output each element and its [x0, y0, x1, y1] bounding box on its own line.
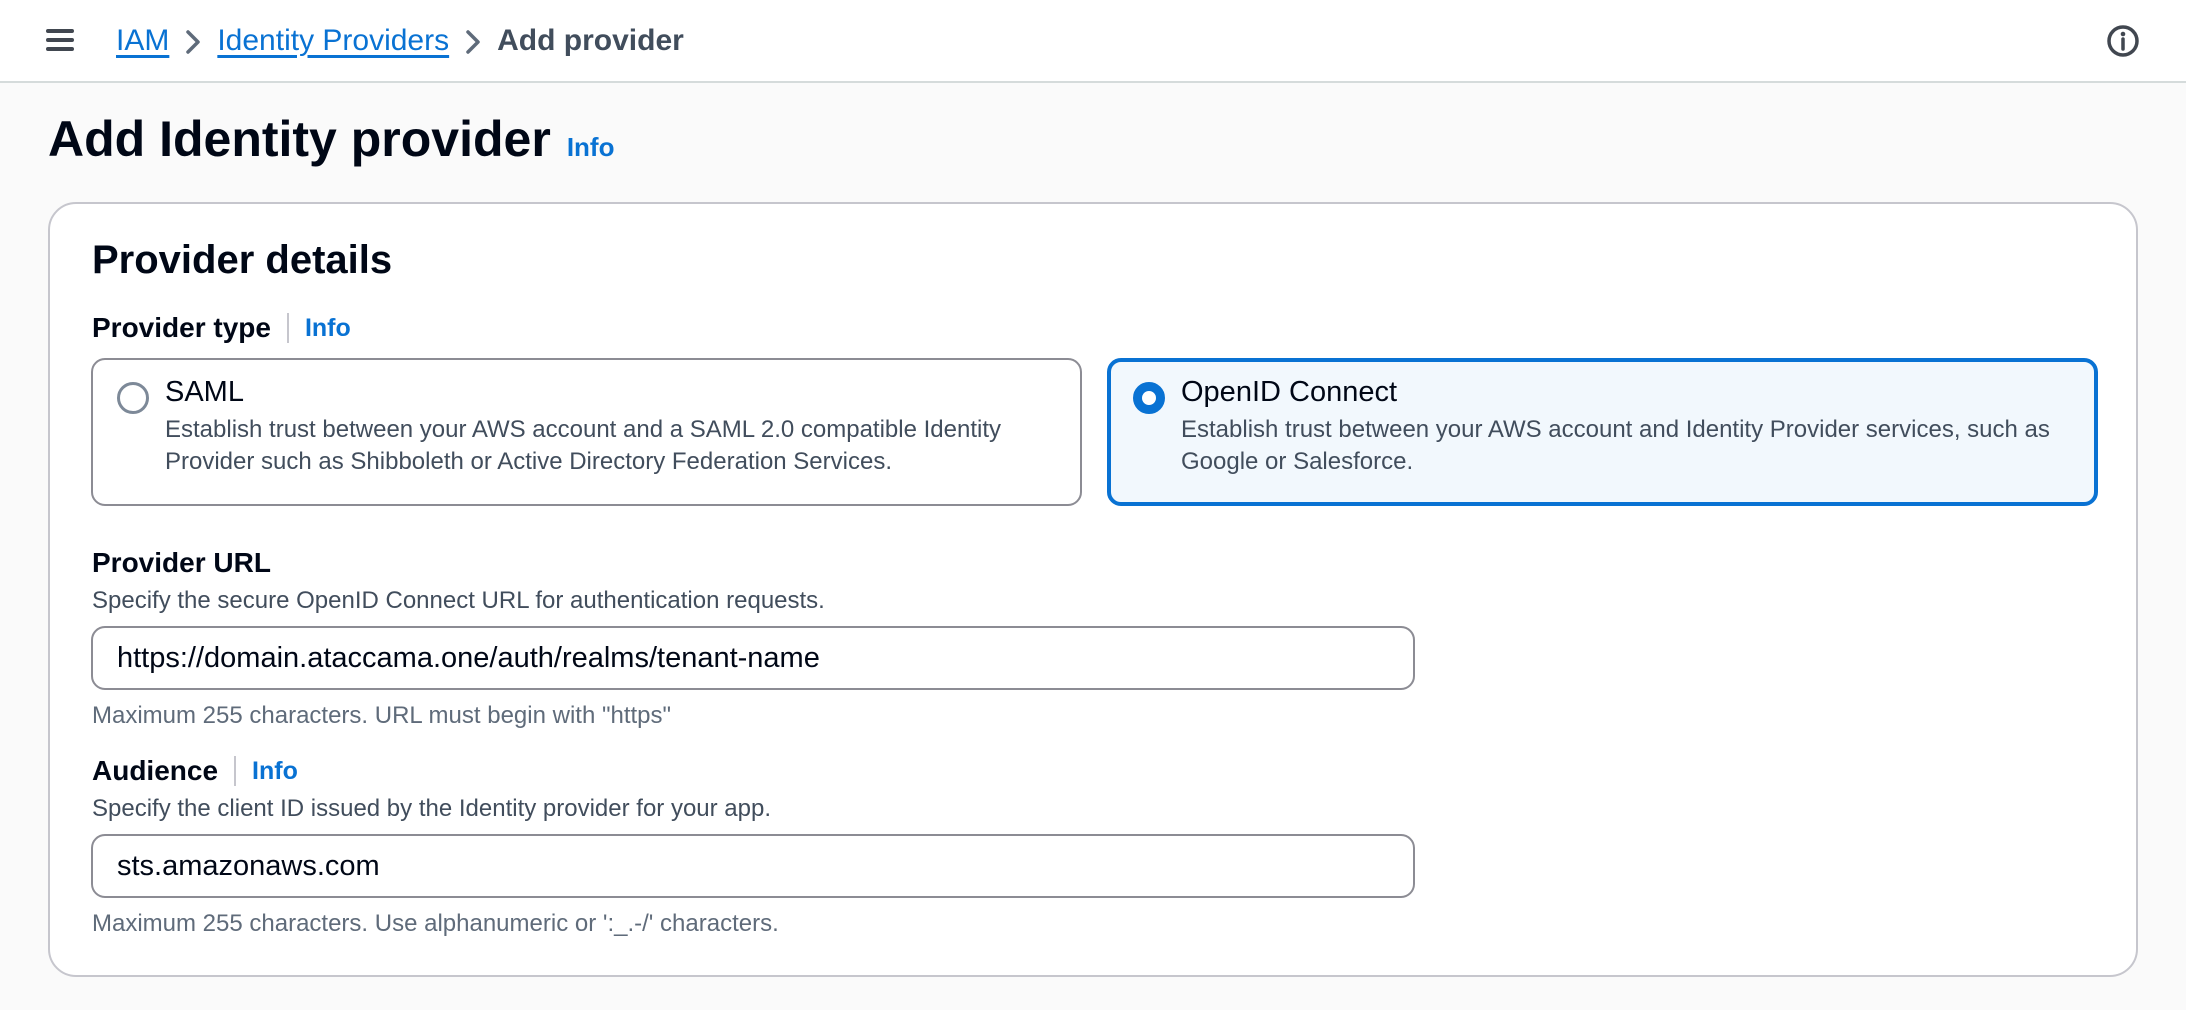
radio-tile-saml[interactable]: SAML Establish trust between your AWS ac…: [91, 358, 1082, 506]
info-circle-icon[interactable]: [2106, 24, 2140, 58]
top-navigation-bar: IAM Identity Providers Add provider: [0, 0, 2186, 83]
provider-details-title: Provider details: [92, 238, 393, 282]
chevron-right-icon: [449, 24, 497, 58]
radio-tile-saml-title: SAML: [165, 376, 244, 408]
radio-tile-openid-connect-title: OpenID Connect: [1181, 376, 1398, 408]
radio-button-openid-connect[interactable]: [1133, 382, 1165, 414]
provider-url-label-row: Provider URL: [92, 547, 271, 579]
provider-type-label-row: Provider type Info: [92, 312, 351, 344]
audience-info-link[interactable]: Info: [252, 757, 298, 786]
breadcrumb: IAM Identity Providers Add provider: [116, 18, 684, 64]
page-title: Add Identity provider: [48, 111, 551, 167]
breadcrumb-current-page: Add provider: [497, 24, 684, 57]
label-divider: [286, 313, 289, 343]
provider-type-label: Provider type: [92, 312, 271, 343]
provider-details-container: Provider details Provider type Info SAML…: [48, 202, 2138, 977]
provider-type-info-link[interactable]: Info: [305, 314, 351, 343]
audience-input[interactable]: [91, 834, 1415, 898]
provider-url-input[interactable]: [91, 626, 1415, 690]
provider-url-constraint-text: Maximum 255 characters. URL must begin w…: [92, 702, 672, 729]
label-divider: [234, 756, 237, 786]
chevron-right-icon: [169, 24, 217, 58]
audience-description: Specify the client ID issued by the Iden…: [92, 795, 772, 822]
radio-button-saml[interactable]: [117, 382, 149, 414]
breadcrumb-link-iam[interactable]: IAM: [116, 24, 169, 58]
page-header: Add Identity provider Info: [48, 110, 614, 168]
radio-tile-saml-description: Establish trust between your AWS account…: [165, 416, 1002, 475]
provider-url-label: Provider URL: [92, 547, 271, 578]
hamburger-menu-icon[interactable]: [44, 24, 76, 56]
page-info-link[interactable]: Info: [567, 132, 615, 163]
audience-constraint-text: Maximum 255 characters. Use alphanumeric…: [92, 910, 779, 937]
radio-tile-openid-connect-description: Establish trust between your AWS account…: [1181, 416, 2050, 475]
breadcrumb-link-identity-providers[interactable]: Identity Providers: [217, 24, 449, 58]
audience-label-row: Audience Info: [92, 755, 298, 787]
provider-url-description: Specify the secure OpenID Connect URL fo…: [92, 587, 825, 614]
audience-label: Audience: [92, 755, 219, 786]
radio-tile-openid-connect[interactable]: OpenID Connect Establish trust between y…: [1107, 358, 2098, 506]
